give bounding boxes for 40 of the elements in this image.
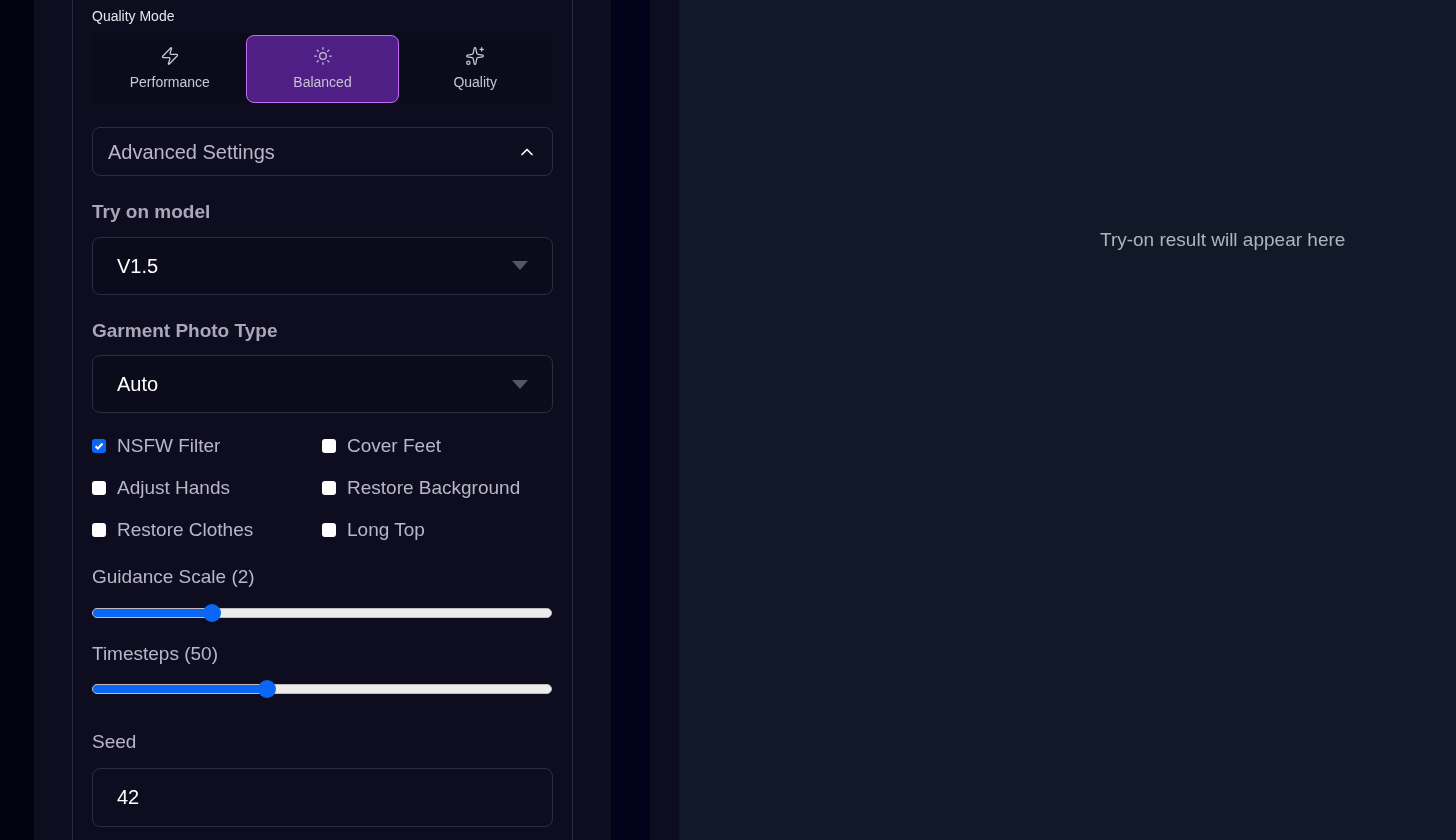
dropdown-caret-icon (512, 261, 528, 270)
quality-option[interactable]: Performance (94, 35, 246, 103)
checkbox-option[interactable]: Cover Feet (322, 435, 552, 457)
checkbox[interactable] (322, 523, 336, 537)
dropdown-caret-icon (512, 379, 528, 389)
checkbox-label: NSFW Filter (117, 433, 221, 458)
dropdown[interactable]: Auto (92, 355, 553, 413)
checkbox-option[interactable]: Restore Clothes (92, 519, 322, 541)
field-label: Garment Photo Type (92, 318, 279, 343)
checkbox-option[interactable]: Long Top (322, 519, 552, 541)
quality-option[interactable]: Balanced (245, 35, 400, 103)
checkbox[interactable] (322, 439, 336, 453)
slider-thumb[interactable] (258, 680, 277, 698)
advanced-settings-toggle[interactable]: Advanced Settings (92, 127, 553, 176)
sparkles-icon (465, 45, 486, 66)
checkmark-icon (94, 441, 104, 451)
seed-input[interactable]: 42 (92, 767, 553, 827)
field-label: Try on model (92, 200, 212, 224)
checkbox-label: Restore Clothes (117, 517, 254, 542)
quality-option[interactable]: Quality (399, 35, 551, 103)
checkbox-option[interactable]: Restore Background (322, 477, 552, 499)
checkbox-option[interactable]: Adjust Hands (92, 477, 322, 499)
slider-label: Timesteps (50) (92, 641, 219, 666)
bolt-icon (159, 45, 180, 66)
checkbox[interactable] (92, 523, 106, 537)
checkbox[interactable] (92, 481, 106, 495)
checkbox-label: Adjust Hands (117, 475, 230, 500)
result-message: Try-on result will appear here (1100, 228, 1346, 252)
section-label: Quality Mode (92, 7, 176, 26)
checkbox[interactable] (92, 439, 106, 453)
checkbox-label: Restore Background (347, 475, 521, 500)
slider-thumb[interactable] (203, 603, 222, 622)
slider-label: Guidance Scale (2) (92, 565, 256, 589)
checkbox[interactable] (322, 481, 336, 495)
field-label: Seed (92, 730, 138, 754)
checkbox-option[interactable]: NSFW Filter (92, 435, 322, 457)
sun-icon (312, 45, 333, 66)
checkbox-label: Long Top (347, 517, 425, 542)
checkbox-label: Cover Feet (347, 433, 441, 458)
dropdown[interactable]: V1.5 (92, 236, 553, 295)
